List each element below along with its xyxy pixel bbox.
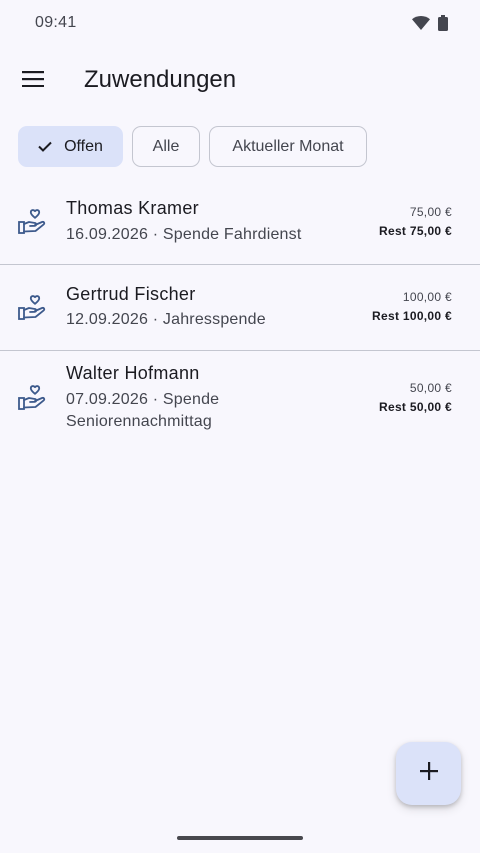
battery-icon xyxy=(438,15,448,36)
app-screen: 09:41 Zuwendungen Offen Alle Aktueller M… xyxy=(0,0,480,853)
donation-amount: 75,00 € xyxy=(409,205,452,219)
donation-rest: Rest 50,00 € xyxy=(379,400,452,414)
status-time: 09:41 xyxy=(35,14,77,31)
filter-chip-label: Alle xyxy=(152,137,180,155)
filter-chip-label: Offen xyxy=(64,137,103,155)
top-app-bar: Zuwendungen xyxy=(0,50,480,112)
list-item[interactable]: Thomas Kramer 16.09.2026 · Spende Fahrdi… xyxy=(0,180,480,264)
add-donation-button[interactable] xyxy=(396,742,461,805)
add-icon xyxy=(419,762,438,785)
donation-amount: 100,00 € xyxy=(402,290,452,304)
donor-name: Gertrud Fischer xyxy=(66,284,196,304)
wifi-icon xyxy=(412,16,430,35)
hand-heart-icon xyxy=(18,385,46,416)
donation-list: Thomas Kramer 16.09.2026 · Spende Fahrdi… xyxy=(0,180,480,451)
filter-chip-label: Aktueller Monat xyxy=(232,137,344,155)
hand-heart-icon xyxy=(18,295,46,326)
page-title: Zuwendungen xyxy=(84,66,237,93)
list-item[interactable]: Walter Hofmann 07.09.2026 · Spende Senio… xyxy=(0,351,480,451)
filter-chip-offen[interactable]: Offen xyxy=(18,126,123,167)
donation-rest: Rest 75,00 € xyxy=(379,224,452,238)
gesture-navigation-bar[interactable] xyxy=(177,836,303,840)
menu-icon xyxy=(22,70,44,92)
filter-chip-aktueller-monat[interactable]: Aktueller Monat xyxy=(209,126,367,167)
donation-subtitle: 07.09.2026 · Spende Seniorennachmittag xyxy=(66,391,220,430)
hand-heart-icon xyxy=(18,209,46,240)
donor-name: Walter Hofmann xyxy=(66,363,200,383)
donor-name: Thomas Kramer xyxy=(66,198,199,218)
check-icon xyxy=(38,141,52,152)
status-bar: 09:41 xyxy=(0,0,480,48)
list-item[interactable]: Gertrud Fischer 12.09.2026 · Jahresspend… xyxy=(0,265,480,350)
menu-button[interactable] xyxy=(13,61,53,101)
donation-amount: 50,00 € xyxy=(409,381,452,395)
donation-rest: Rest 100,00 € xyxy=(372,309,452,323)
status-icons xyxy=(412,15,448,36)
donation-subtitle: 12.09.2026 · Jahresspende xyxy=(66,311,266,328)
filter-chip-alle[interactable]: Alle xyxy=(132,126,200,167)
donation-subtitle: 16.09.2026 · Spende Fahrdienst xyxy=(66,226,302,243)
